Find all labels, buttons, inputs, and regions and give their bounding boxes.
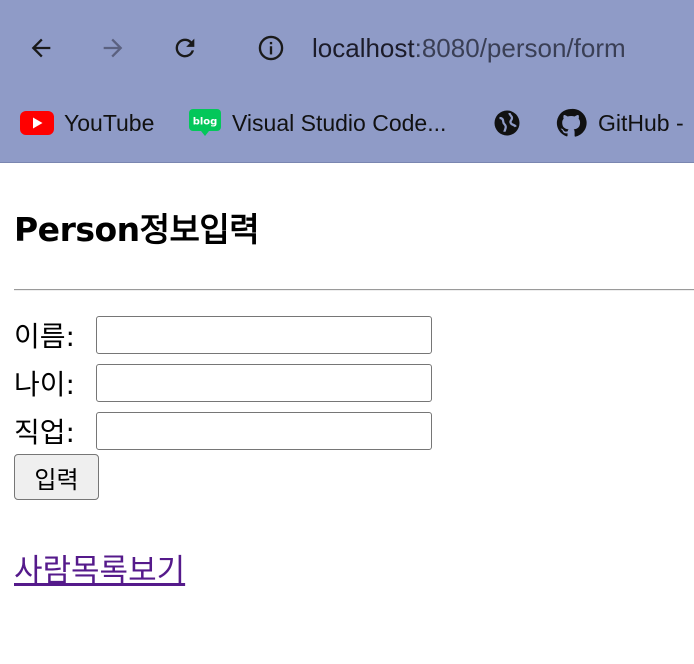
horizontal-rule bbox=[14, 289, 694, 291]
info-icon bbox=[258, 35, 284, 61]
globe-icon bbox=[490, 106, 524, 140]
reload-icon bbox=[175, 38, 195, 58]
bookmark-label: Visual Studio Code... bbox=[232, 109, 447, 136]
age-row: 나이: bbox=[14, 362, 432, 404]
blog-icon: blog bbox=[188, 106, 222, 140]
arrow-right-icon bbox=[103, 38, 123, 58]
name-input[interactable] bbox=[96, 316, 432, 354]
forward-button[interactable] bbox=[93, 28, 133, 68]
job-label: 직업: bbox=[14, 416, 75, 449]
bookmark-globe[interactable] bbox=[490, 100, 534, 146]
age-label: 나이: bbox=[14, 368, 75, 401]
url-host: localhost bbox=[312, 33, 415, 63]
back-button[interactable] bbox=[21, 28, 61, 68]
reload-button[interactable] bbox=[165, 28, 205, 68]
page-content: Person정보입력 이름: 나이: 직업: 입력 사람목록보기 bbox=[0, 163, 694, 664]
blog-badge-text: blog bbox=[193, 117, 218, 128]
age-input[interactable] bbox=[96, 364, 432, 402]
youtube-icon bbox=[20, 106, 54, 140]
site-info-button[interactable] bbox=[251, 28, 291, 68]
bookmark-github[interactable]: GitHub - bbox=[554, 100, 684, 146]
job-row: 직업: bbox=[14, 410, 432, 452]
bookmarks-bar: YouTube blog Visual Studio Code... GitHu… bbox=[0, 100, 694, 146]
page-title: Person정보입력 bbox=[14, 210, 260, 249]
bookmark-label: GitHub - bbox=[598, 109, 684, 136]
address-bar[interactable]: localhost:8080/person/form bbox=[312, 30, 626, 66]
arrow-left-icon bbox=[31, 38, 51, 58]
browser-toolbar: localhost:8080/person/form YouTube blog … bbox=[0, 0, 694, 163]
github-icon bbox=[554, 106, 588, 140]
bookmark-label: YouTube bbox=[64, 109, 155, 136]
name-row: 이름: bbox=[14, 314, 432, 356]
person-list-link[interactable]: 사람목록보기 bbox=[14, 545, 185, 590]
submit-button[interactable]: 입력 bbox=[14, 454, 99, 500]
name-label: 이름: bbox=[14, 320, 75, 353]
url-path: :8080/person/form bbox=[414, 33, 626, 63]
bookmark-youtube[interactable]: YouTube bbox=[20, 100, 154, 146]
bookmark-visual-studio-code[interactable]: blog Visual Studio Code... bbox=[188, 100, 446, 146]
job-input[interactable] bbox=[96, 412, 432, 450]
